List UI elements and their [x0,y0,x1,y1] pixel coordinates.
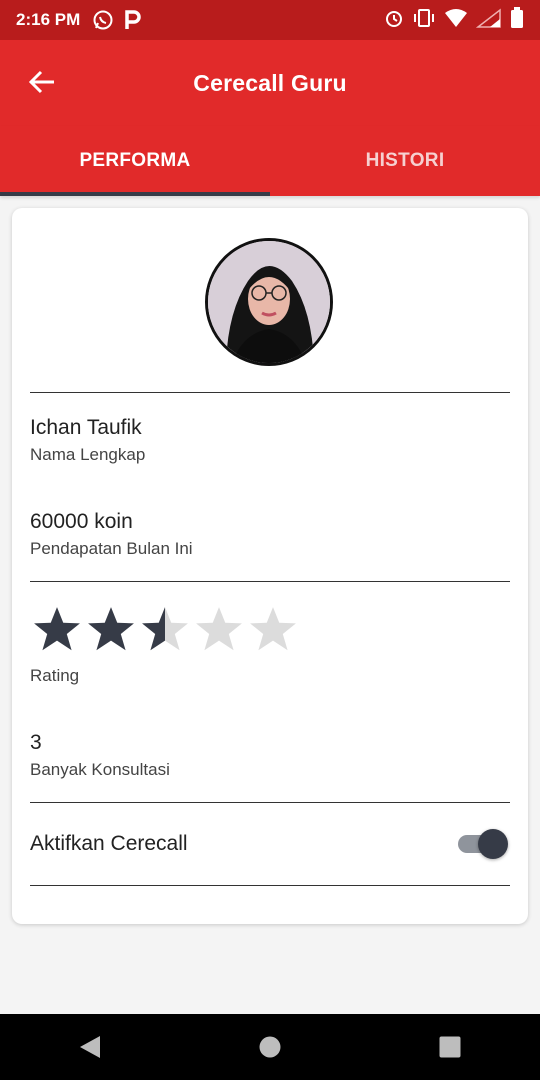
battery-icon [510,6,524,34]
divider [30,802,510,803]
star-empty-icon [250,607,296,651]
consultation-count-label: Banyak Konsultasi [30,760,170,779]
full-name-label: Nama Lengkap [30,445,146,464]
nav-recents-button[interactable] [420,1017,480,1077]
avatar [205,238,333,366]
star-empty-icon [196,607,242,651]
income-value: 60000 koin [30,510,133,533]
back-triangle-icon [80,1036,100,1058]
alarm-icon [384,8,404,33]
arrow-left-icon [28,70,54,94]
rating-stars [32,604,298,654]
full-name-value: Ichan Taufik [30,416,142,439]
status-time: 2:16 PM [16,10,81,29]
divider [30,581,510,582]
income-label: Pendapatan Bulan Ini [30,539,193,558]
tab-histori-label: HISTORI [365,150,445,171]
page-title: Cerecall Guru [193,70,347,96]
p-app-icon [124,9,142,31]
consultation-count-value: 3 [30,731,42,754]
star-full-icon [34,607,80,651]
home-circle-icon [259,1036,281,1058]
tab-performa[interactable]: PERFORMA [0,126,270,196]
status-bar: 2:16 PM [0,0,540,40]
nav-back-button[interactable] [60,1017,120,1077]
tab-indicator [0,192,270,196]
vibrate-icon [412,8,436,33]
tab-histori[interactable]: HISTORI [270,126,540,196]
activate-cerecall-toggle[interactable] [454,828,508,860]
star-half-icon [142,607,188,651]
tab-performa-label: PERFORMA [79,150,191,171]
rating-label: Rating [30,666,80,685]
nav-home-button[interactable] [240,1017,300,1077]
whatsapp-icon [92,9,114,31]
star-full-icon [88,607,134,651]
back-button[interactable] [26,66,58,98]
toggle-thumb [478,829,508,859]
tab-bar: PERFORMA HISTORI [0,126,540,196]
signal-icon [475,7,502,33]
activate-cerecall-label: Aktifkan Cerecall [30,832,188,855]
divider [30,392,510,393]
app-bar: Cerecall Guru [0,40,540,126]
profile-card: Ichan Taufik Nama Lengkap 60000 koin Pen… [12,208,528,924]
recents-square-icon [439,1036,461,1058]
divider [30,885,510,886]
wifi-icon [444,8,468,33]
system-nav-bar [0,1014,540,1080]
